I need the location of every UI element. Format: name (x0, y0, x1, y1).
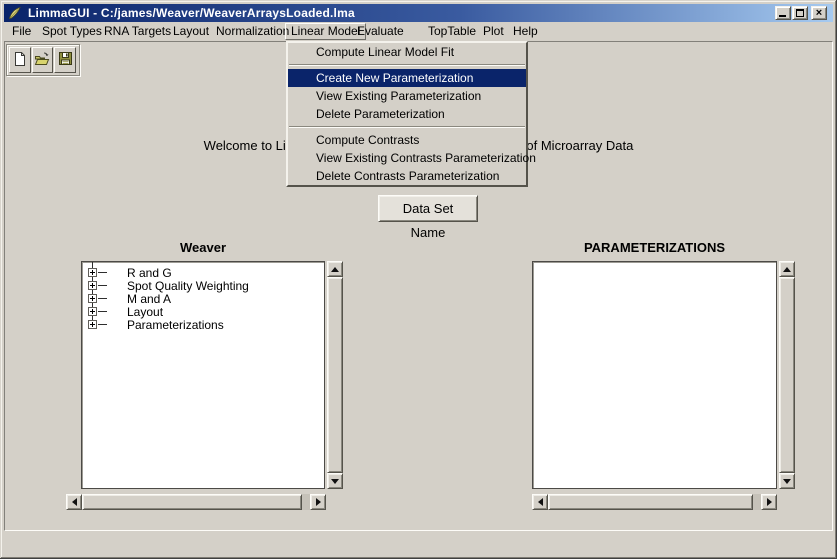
open-file-button[interactable] (32, 47, 54, 73)
menu-bar: File Spot Types RNA Targets Layout Norma… (4, 22, 833, 40)
scrollbar-thumb[interactable] (548, 494, 753, 510)
maximize-icon (796, 9, 804, 17)
menu-toptable[interactable]: TopTable (428, 22, 476, 40)
save-button[interactable] (54, 47, 76, 73)
tree-item-label[interactable]: Parameterizations (127, 318, 224, 332)
window-controls: × (774, 5, 827, 21)
weaver-tree-listbox[interactable]: R and G Spot Quality Weighting M and A L… (81, 261, 325, 489)
scroll-left-button[interactable] (66, 494, 82, 510)
tree-item-label[interactable]: R and G (127, 266, 172, 280)
arrow-up-icon (331, 267, 339, 272)
scroll-left-button[interactable] (532, 494, 548, 510)
menu-rna-targets[interactable]: RNA Targets (104, 22, 171, 40)
window-title: LimmaGUI - C:/james/Weaver/WeaverArraysL… (28, 6, 355, 20)
left-vertical-scrollbar[interactable] (327, 261, 343, 489)
menu-separator (289, 126, 525, 128)
right-vertical-scrollbar[interactable] (779, 261, 795, 489)
menu-file[interactable]: File (12, 22, 31, 40)
menu-item-view-existing-parameterization[interactable]: View Existing Parameterization (288, 87, 526, 105)
weaver-tree: R and G Spot Quality Weighting M and A L… (82, 262, 324, 488)
tree-row: Parameterizations (82, 318, 324, 332)
menu-help[interactable]: Help (513, 22, 538, 40)
scroll-down-button[interactable] (779, 473, 795, 489)
arrow-down-icon (783, 479, 791, 484)
arrow-right-icon (767, 498, 772, 506)
arrow-left-icon (538, 498, 543, 506)
expand-plus-icon[interactable] (88, 307, 97, 316)
right-horizontal-scrollbar[interactable] (532, 494, 777, 510)
tree-item-label[interactable]: Spot Quality Weighting (127, 279, 249, 293)
arrow-right-icon (316, 498, 321, 506)
close-button[interactable]: × (811, 6, 827, 20)
toolbar (6, 44, 80, 76)
menu-normalization[interactable]: Normalization (216, 22, 289, 40)
scrollbar-thumb[interactable] (779, 277, 795, 473)
minimize-button[interactable] (775, 6, 791, 20)
menu-spot-types[interactable]: Spot Types (42, 22, 102, 40)
tree-row: Spot Quality Weighting (82, 279, 324, 293)
menu-item-view-existing-contrasts-parameterization[interactable]: View Existing Contrasts Parameterization (288, 149, 526, 167)
maximize-button[interactable] (792, 6, 808, 20)
new-file-button[interactable] (9, 47, 31, 73)
scroll-up-button[interactable] (327, 261, 343, 277)
menu-item-create-new-parameterization[interactable]: Create New Parameterization (288, 69, 526, 87)
menu-item-delete-parameterization[interactable]: Delete Parameterization (288, 105, 526, 123)
scroll-right-button[interactable] (761, 494, 777, 510)
menu-item-compute-contrasts[interactable]: Compute Contrasts (288, 131, 526, 149)
tree-row: R and G (82, 266, 324, 280)
menu-linear-model[interactable]: Linear Model (285, 23, 366, 40)
menu-evaluate[interactable]: Evaluate (357, 22, 404, 40)
menu-item-delete-contrasts-parameterization[interactable]: Delete Contrasts Parameterization (288, 167, 526, 185)
close-icon: × (812, 7, 826, 19)
arrow-left-icon (72, 498, 77, 506)
save-icon (58, 51, 73, 69)
expand-plus-icon[interactable] (88, 281, 97, 290)
expand-plus-icon[interactable] (88, 268, 97, 277)
new-document-icon (13, 51, 27, 70)
linear-model-dropdown-menu: Compute Linear Model Fit Create New Para… (286, 41, 528, 187)
expand-plus-icon[interactable] (88, 294, 97, 303)
expand-plus-icon[interactable] (88, 320, 97, 329)
scroll-right-button[interactable] (310, 494, 326, 510)
tk-feather-icon (7, 6, 23, 20)
left-horizontal-scrollbar[interactable] (66, 494, 326, 510)
title-bar[interactable]: LimmaGUI - C:/james/Weaver/WeaverArraysL… (4, 4, 833, 22)
open-folder-icon (34, 51, 51, 70)
limmagui-window: LimmaGUI - C:/james/Weaver/WeaverArraysL… (0, 0, 837, 559)
scrollbar-thumb[interactable] (82, 494, 302, 510)
tree-item-label[interactable]: M and A (127, 292, 171, 306)
arrow-up-icon (783, 267, 791, 272)
menu-plot[interactable]: Plot (483, 22, 504, 40)
menu-layout[interactable]: Layout (173, 22, 209, 40)
left-panel-title: Weaver (81, 240, 325, 256)
right-panel-title: PARAMETERIZATIONS (532, 240, 777, 256)
data-set-name-button[interactable]: Data Set Name (378, 195, 478, 222)
tree-row: Layout (82, 305, 324, 319)
tree-row: M and A (82, 292, 324, 306)
scroll-down-button[interactable] (327, 473, 343, 489)
menu-item-compute-linear-model-fit[interactable]: Compute Linear Model Fit (288, 43, 526, 61)
parameterizations-listbox[interactable] (532, 261, 777, 489)
minimize-icon (779, 15, 786, 17)
tree-item-label[interactable]: Layout (127, 305, 163, 319)
arrow-down-icon (331, 479, 339, 484)
scrollbar-thumb[interactable] (327, 277, 343, 473)
scroll-up-button[interactable] (779, 261, 795, 277)
menu-separator (289, 64, 525, 66)
